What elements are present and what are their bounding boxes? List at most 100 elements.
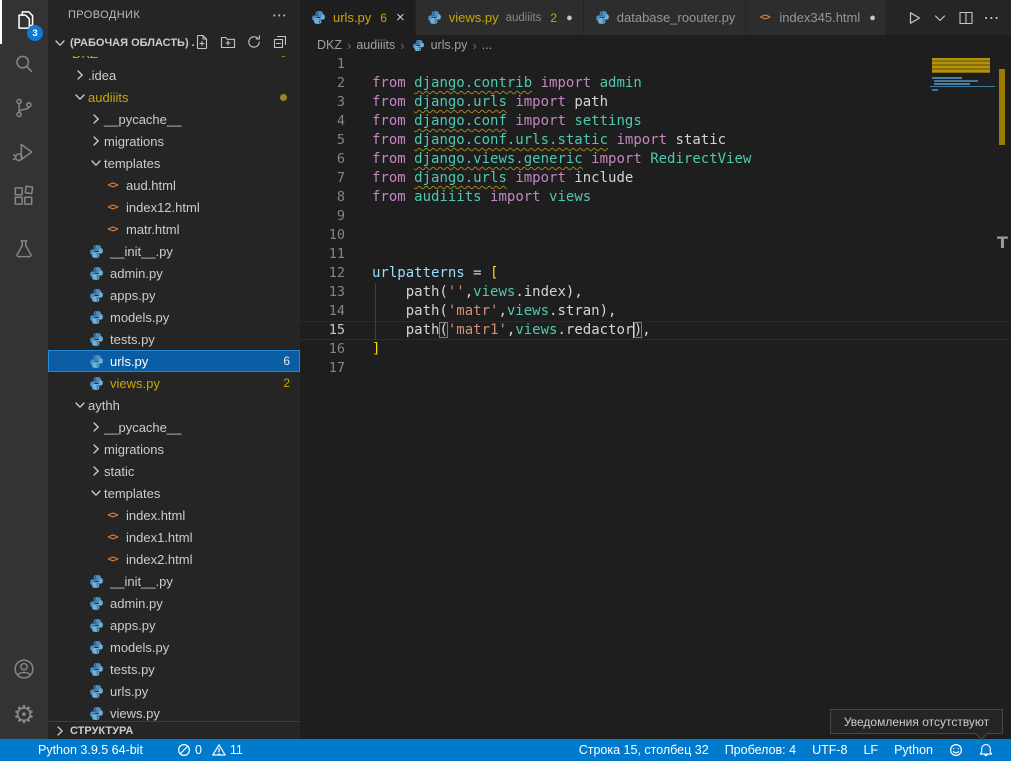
collapse-all-icon[interactable] — [272, 34, 290, 52]
close-icon[interactable]: × — [396, 10, 405, 25]
tree-item-models-py[interactable]: models.py — [48, 306, 300, 328]
tree-item-aythh[interactable]: aythh — [48, 394, 300, 416]
tree-item-admin-py[interactable]: admin.py — [48, 262, 300, 284]
status-eol[interactable]: LF — [855, 739, 886, 761]
code-line-13[interactable]: 13 path('',views.index), — [300, 283, 1011, 302]
tree-item--idea[interactable]: .idea — [48, 64, 300, 86]
line-number: 2 — [300, 74, 345, 93]
code-line-9[interactable]: 9 — [300, 207, 1011, 226]
tab-views-py[interactable]: views.pyaudiiits2● — [416, 0, 584, 35]
status-notifications[interactable] — [971, 739, 1001, 761]
tree-item--init-py[interactable]: __init__.py — [48, 240, 300, 262]
code-line-4[interactable]: 4from django.conf import settings — [300, 112, 1011, 131]
tree-item-migrations[interactable]: migrations — [48, 438, 300, 460]
code-line-16[interactable]: 16] — [300, 340, 1011, 359]
tree-item-index-html[interactable]: <>index.html — [48, 504, 300, 526]
code-line-11[interactable]: 11 — [300, 245, 1011, 264]
split-editor-button[interactable] — [955, 7, 977, 29]
code-line-17[interactable]: 17 — [300, 359, 1011, 378]
tree-item-matr-html[interactable]: <>matr.html — [48, 218, 300, 240]
more-actions-icon[interactable]: ⋯ — [272, 6, 288, 24]
tree-item--pycache-[interactable]: __pycache__ — [48, 416, 300, 438]
vertical-scrollbar[interactable]: T — [995, 55, 1011, 739]
activity-item-settings[interactable]: ⚙ — [0, 693, 48, 737]
status-language-mode[interactable]: Python — [886, 739, 941, 761]
tree-item-templates[interactable]: templates — [48, 152, 300, 174]
code-editor[interactable]: 12from django.contrib import admin3from … — [300, 55, 1011, 739]
activity-item-run-debug[interactable] — [0, 132, 48, 176]
tab-database-roouter-py[interactable]: database_roouter.py — [584, 0, 747, 35]
tree-item--init-py[interactable]: __init__.py — [48, 570, 300, 592]
new-file-icon[interactable] — [194, 34, 212, 52]
minimap[interactable] — [930, 56, 992, 156]
breadcrumb-item[interactable]: urls.py — [410, 37, 468, 53]
tree-item-views-py[interactable]: views.py — [48, 702, 300, 721]
tab-urls-py[interactable]: urls.py6× — [300, 0, 416, 35]
activity-item-account[interactable] — [0, 649, 48, 693]
code-line-6[interactable]: 6from django.views.generic import Redire… — [300, 150, 1011, 169]
activity-item-explorer[interactable]: 3 — [0, 0, 48, 44]
outline-section-header[interactable]: СТРУКТУРА — [48, 721, 300, 739]
breadcrumb-item[interactable]: DKZ — [317, 38, 342, 52]
tree-item-tests-py[interactable]: tests.py — [48, 658, 300, 680]
code-line-10[interactable]: 10 — [300, 226, 1011, 245]
activity-item-search[interactable] — [0, 44, 48, 88]
code-line-2[interactable]: 2from django.contrib import admin — [300, 74, 1011, 93]
line-number: 16 — [300, 340, 345, 359]
code-line-14[interactable]: 14 path('matr',views.stran), — [300, 302, 1011, 321]
code-token: , — [642, 322, 650, 338]
tree-item-index2-html[interactable]: <>index2.html — [48, 548, 300, 570]
tree-item-views-py[interactable]: views.py2 — [48, 372, 300, 394]
status-cursor-position[interactable]: Строка 15, столбец 32 — [571, 739, 717, 761]
code-line-12[interactable]: 12urlpatterns = [ — [300, 264, 1011, 283]
python-file-icon — [88, 353, 105, 369]
tree-item-label: templates — [104, 156, 160, 171]
workspace-section-header[interactable]: (РАБОЧАЯ ОБЛАСТЬ) ... — [48, 30, 300, 56]
tree-item-index1-html[interactable]: <>index1.html — [48, 526, 300, 548]
line-number: 5 — [300, 131, 345, 150]
tree-item-templates[interactable]: templates — [48, 482, 300, 504]
breadcrumb-item[interactable]: audiiits — [356, 38, 395, 52]
tree-item-models-py[interactable]: models.py — [48, 636, 300, 658]
code-line-3[interactable]: 3from django.urls import path — [300, 93, 1011, 112]
status-indentation[interactable]: Пробелов: 4 — [717, 739, 804, 761]
status-problems[interactable]: 011 — [169, 739, 251, 761]
run-button[interactable] — [903, 7, 925, 29]
code-line-15[interactable]: 15 path('matr1',views.redactor), — [300, 321, 1011, 340]
tree-item-urls-py[interactable]: urls.py — [48, 680, 300, 702]
tree-item-apps-py[interactable]: apps.py — [48, 284, 300, 306]
tab-index345-html[interactable]: <>index345.html● — [746, 0, 887, 35]
code-line-5[interactable]: 5from django.conf.urls.static import sta… — [300, 131, 1011, 150]
modified-dot-icon[interactable]: ● — [566, 12, 573, 24]
more-actions-button[interactable]: ⋯ — [981, 7, 1003, 29]
tree-item-audiiits[interactable]: audiiits — [48, 86, 300, 108]
tree-item-aud-html[interactable]: <>aud.html — [48, 174, 300, 196]
new-folder-icon[interactable] — [220, 34, 238, 52]
tree-item-urls-py[interactable]: urls.py6 — [48, 350, 300, 372]
run-dropdown[interactable] — [929, 7, 951, 29]
breadcrumb-item[interactable]: ... — [482, 38, 492, 52]
tree-item-tests-py[interactable]: tests.py — [48, 328, 300, 350]
tree-item-admin-py[interactable]: admin.py — [48, 592, 300, 614]
line-number: 4 — [300, 112, 345, 131]
activity-item-source-control[interactable] — [0, 88, 48, 132]
status-python-version[interactable]: Python 3.9.5 64-bit — [30, 739, 151, 761]
code-line-1[interactable]: 1 — [300, 55, 1011, 74]
tree-item-static[interactable]: static — [48, 460, 300, 482]
tree-item--pycache-[interactable]: __pycache__ — [48, 108, 300, 130]
status-feedback[interactable] — [941, 739, 971, 761]
code-token: , — [498, 303, 506, 319]
refresh-icon[interactable] — [246, 34, 264, 52]
status-encoding[interactable]: UTF-8 — [804, 739, 855, 761]
tree-item-migrations[interactable]: migrations — [48, 130, 300, 152]
line-number: 13 — [300, 283, 345, 302]
tree-item-dkz[interactable]: DKZ — [48, 56, 300, 64]
code-line-8[interactable]: 8from audiiits import views — [300, 188, 1011, 207]
modified-dot-icon[interactable]: ● — [869, 12, 876, 24]
activity-item-extensions[interactable] — [0, 176, 48, 220]
code-line-7[interactable]: 7from django.urls import include — [300, 169, 1011, 188]
tree-item-label: apps.py — [110, 288, 156, 303]
tree-item-index12-html[interactable]: <>index12.html — [48, 196, 300, 218]
tree-item-apps-py[interactable]: apps.py — [48, 614, 300, 636]
activity-item-testing[interactable] — [0, 229, 48, 273]
